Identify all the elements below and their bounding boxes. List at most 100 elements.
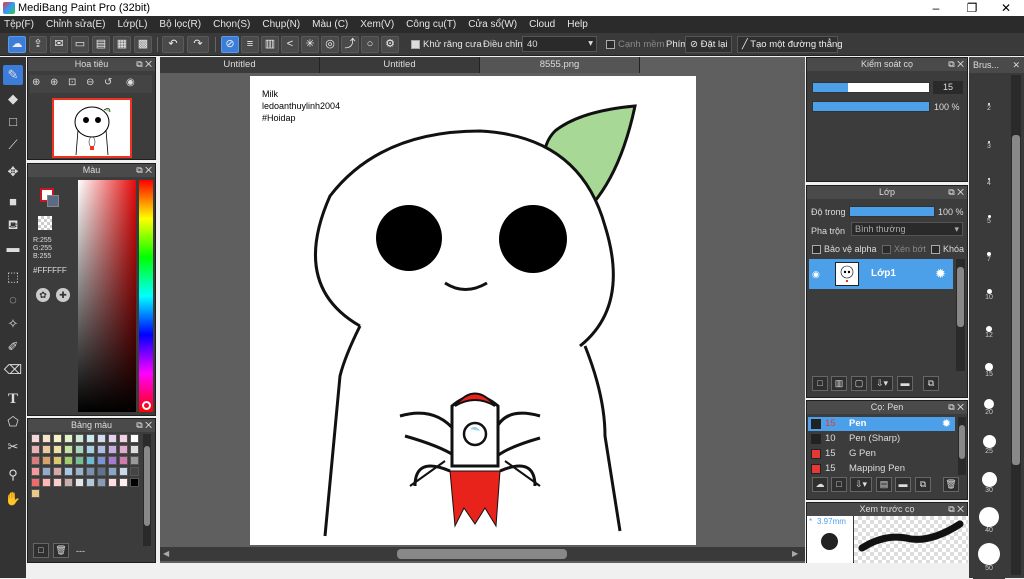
palette-swatch[interactable]	[31, 489, 40, 498]
saturation-brightness-picker[interactable]	[78, 180, 136, 412]
eraser-tool-icon[interactable]: ◆	[3, 89, 23, 109]
radial-snap-icon[interactable]: ✳	[301, 36, 319, 53]
menu-filter[interactable]: Bộ lọc(R)	[159, 19, 201, 30]
panel-controls-icon[interactable]: ⧉ ✕	[948, 401, 964, 414]
zoom-out-icon[interactable]: ⊖	[86, 77, 100, 91]
palette-swatch[interactable]	[64, 467, 73, 476]
clipping-checkbox[interactable]	[882, 245, 891, 254]
move-tool-icon[interactable]: ✥	[3, 162, 23, 182]
close-button[interactable]: ✕	[988, 0, 1024, 16]
eyedropper-tool-icon[interactable]: ⚲	[3, 465, 23, 485]
panel-controls-icon[interactable]: ⧉ ✕	[948, 58, 964, 71]
blend-mode-select[interactable]: Bình thường ▾	[851, 222, 963, 236]
new-layer-color-icon[interactable]: ▥	[831, 376, 847, 391]
palette-swatch[interactable]	[64, 478, 73, 487]
chat-icon[interactable]: ▭	[71, 36, 89, 53]
palette-swatch[interactable]	[86, 434, 95, 443]
new-brush-icon[interactable]: □	[831, 477, 847, 492]
layer-folder-icon[interactable]: ▬	[897, 376, 913, 391]
palette-swatch[interactable]	[130, 434, 139, 443]
undo-icon[interactable]: ↶	[162, 36, 184, 53]
zoom-in-icon[interactable]: ⊕	[32, 77, 46, 91]
brush-duplicate-icon[interactable]: ⧉	[915, 477, 931, 492]
correction-select[interactable]: 40 ▾	[522, 36, 597, 52]
palette-swatch[interactable]	[108, 456, 117, 465]
lock-checkbox[interactable]	[931, 245, 940, 254]
menu-tools[interactable]: Công cụ(T)	[406, 19, 456, 30]
palette-swatch[interactable]	[119, 445, 128, 454]
layer-settings-gear-icon[interactable]: ✹	[935, 266, 946, 282]
redo-icon[interactable]: ↷	[187, 36, 209, 53]
menu-file[interactable]: Tệp(F)	[4, 19, 34, 30]
panel-icon[interactable]: ▦	[113, 36, 131, 53]
palette-swatch[interactable]	[31, 445, 40, 454]
palette-swatch[interactable]	[64, 456, 73, 465]
horizontal-scroll-thumb[interactable]	[397, 549, 567, 559]
scroll-left-icon[interactable]: ◀	[163, 549, 169, 558]
curve-snap-icon[interactable]: ⤴	[341, 36, 359, 53]
layer-opacity-slider[interactable]	[849, 206, 935, 217]
palette-swatch[interactable]	[75, 467, 84, 476]
brush-size-option[interactable]: 30	[973, 468, 1005, 504]
no-snap-icon[interactable]: ⊘	[221, 36, 239, 53]
menu-window[interactable]: Cửa sổ(W)	[468, 19, 517, 30]
brush-size-slider[interactable]	[812, 82, 930, 93]
select-eraser-tool-icon[interactable]: ⌫	[3, 360, 23, 380]
palette-swatch[interactable]	[86, 467, 95, 476]
menu-layer[interactable]: Lớp(L)	[118, 19, 148, 30]
brush-opacity-slider[interactable]	[812, 101, 930, 112]
navigator-thumbnail[interactable]	[52, 98, 132, 158]
palette-swatch[interactable]	[42, 434, 51, 443]
minimize-button[interactable]: –	[918, 0, 954, 16]
tab-8555[interactable]: 8555.png	[480, 57, 640, 73]
palette-swatch[interactable]	[31, 478, 40, 487]
brush-size-option[interactable]: 25	[973, 430, 1005, 467]
parallel-snap-icon[interactable]: ≡	[241, 36, 259, 53]
protect-alpha-checkbox[interactable]	[812, 245, 821, 254]
brush-size-option[interactable]: 50	[973, 543, 1005, 579]
brush-add-menu-icon[interactable]: ⇩▾	[850, 477, 872, 492]
new-layer-halftone-icon[interactable]: ▢	[851, 376, 867, 391]
palette-swatch[interactable]	[86, 478, 95, 487]
bucket-tool-icon[interactable]: ⛾	[3, 215, 23, 235]
gradient-tool-icon[interactable]: ▬	[3, 238, 23, 258]
brush-settings-gear-icon[interactable]: ✹	[942, 417, 951, 430]
brush-folder-icon[interactable]: ▬	[895, 477, 911, 492]
rotate-reset-icon[interactable]: ◉	[126, 77, 140, 91]
brush-size-option[interactable]: 20	[973, 393, 1005, 429]
circle-snap-icon[interactable]: ○	[361, 36, 379, 53]
layer-scrollbar[interactable]	[956, 259, 965, 371]
brush-size-option[interactable]: 3	[973, 130, 1005, 167]
brush-strip-scrollbar[interactable]	[1011, 75, 1021, 575]
rotate-left-icon[interactable]: ↺	[104, 77, 118, 91]
operation-tool-icon[interactable]: ⬠	[3, 412, 23, 432]
menu-cloud[interactable]: Cloud	[529, 19, 555, 30]
brush-size-option[interactable]: 4	[973, 168, 1005, 204]
palette-swatch[interactable]	[108, 478, 117, 487]
panel-controls-icon[interactable]: ⧉ ✕	[136, 419, 152, 432]
brush-size-option[interactable]: 15	[973, 355, 1005, 392]
document-canvas[interactable]: Milk ledoanthuylinh2004 #Hoidap	[250, 76, 696, 545]
palette-swatch[interactable]	[42, 445, 51, 454]
brush-size-option[interactable]: 5	[973, 205, 1005, 242]
palette-swatch[interactable]	[108, 467, 117, 476]
palette-swatch[interactable]	[42, 467, 51, 476]
brush-row[interactable]: 10 Pen (Sharp)	[808, 432, 955, 446]
panel-controls-icon[interactable]: ⧉ ✕	[136, 58, 152, 71]
soft-edge-checkbox[interactable]	[606, 40, 615, 49]
panel-controls-icon[interactable]: ⧉ ✕	[948, 186, 964, 199]
tab-untitled-1[interactable]: Untitled	[160, 57, 320, 73]
eye-icon[interactable]: ◉	[812, 269, 820, 280]
palette-swatch[interactable]	[31, 434, 40, 443]
palette-swatch[interactable]	[108, 434, 117, 443]
palette-swatch[interactable]	[53, 456, 62, 465]
hue-slider[interactable]	[139, 180, 153, 412]
palette-swatch[interactable]	[42, 456, 51, 465]
palette-swatch[interactable]	[31, 467, 40, 476]
palette-swatch[interactable]	[97, 445, 106, 454]
palette-swatch[interactable]	[119, 456, 128, 465]
layer-row[interactable]: ◉ Lớp1 ✹	[809, 259, 953, 289]
text-tool-icon[interactable]: T	[3, 389, 23, 409]
palette-swatch[interactable]	[119, 434, 128, 443]
brush-size-option[interactable]: 7	[973, 243, 1005, 279]
